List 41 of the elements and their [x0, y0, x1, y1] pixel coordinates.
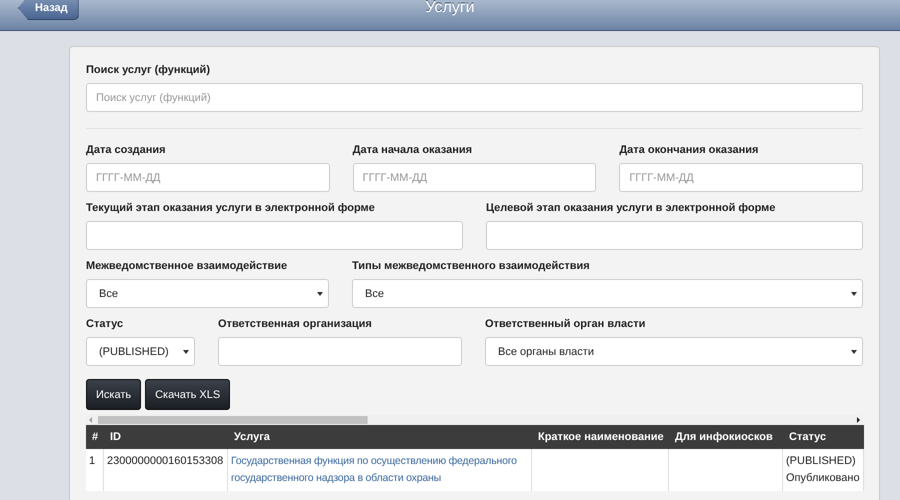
- table-cell: (PUBLISHED) Опубликовано: [783, 449, 864, 491]
- field-label: Поиск услуг (функций): [86, 64, 211, 76]
- field-label: Статус: [86, 318, 124, 330]
- caret-icon: [183, 350, 189, 354]
- field-label: Дата начала оказания: [352, 144, 474, 156]
- column-header: Услуга: [228, 425, 532, 449]
- input-field[interactable]: [486, 221, 863, 250]
- table-cell: 2300000000160153308: [104, 449, 228, 491]
- input-field[interactable]: ГГГГ-ММ-ДД: [86, 163, 330, 192]
- input-field[interactable]: ГГГГ-ММ-ДД: [619, 163, 863, 192]
- field-label: Текущий этап оказания услуги в электронной форме: [86, 202, 376, 214]
- field-label: Ответственная организация: [218, 318, 373, 330]
- dropdown[interactable]: Все: [352, 279, 863, 308]
- column-header: Краткое наименование: [532, 425, 669, 449]
- back-button[interactable]: Назад: [18, 0, 79, 20]
- column-header: Статус: [783, 425, 864, 449]
- service-link[interactable]: Государственная функция по осуществлению федерального государственного надзора в области охраны: [231, 453, 528, 487]
- caret-icon: [851, 292, 857, 296]
- input-field[interactable]: ГГГГ-ММ-ДД: [352, 163, 596, 192]
- field-label: Ответственный орган власти: [485, 318, 646, 330]
- column-header: #: [86, 425, 104, 449]
- action-button[interactable]: Искать: [86, 379, 142, 410]
- caret-icon: [317, 292, 323, 296]
- field-label: Целевой этап оказания услуги в электронной форме: [486, 202, 776, 214]
- dropdown[interactable]: (PUBLISHED): [86, 337, 195, 366]
- caret-icon: [851, 350, 857, 354]
- input-field[interactable]: [86, 221, 463, 250]
- scrollbar[interactable]: [86, 415, 863, 425]
- field-label: Типы межведомственного взаимодействия: [352, 260, 591, 272]
- table-cell: 1: [86, 449, 104, 491]
- column-header: Для инфокиосков: [669, 425, 783, 449]
- dropdown[interactable]: Все органы власти: [485, 337, 863, 366]
- search-field[interactable]: Поиск услуг (функций): [86, 83, 863, 112]
- field-label: Дата создания: [86, 144, 167, 156]
- field-label: Межведомственное взаимодействие: [86, 260, 288, 272]
- page-title: Услуги: [425, 0, 475, 18]
- action-button[interactable]: Скачать XLS: [145, 379, 230, 410]
- field-label: Дата окончания оказания: [619, 144, 760, 156]
- column-header: ID: [104, 425, 228, 449]
- dropdown[interactable]: Все: [86, 279, 329, 308]
- input-field[interactable]: [218, 337, 462, 366]
